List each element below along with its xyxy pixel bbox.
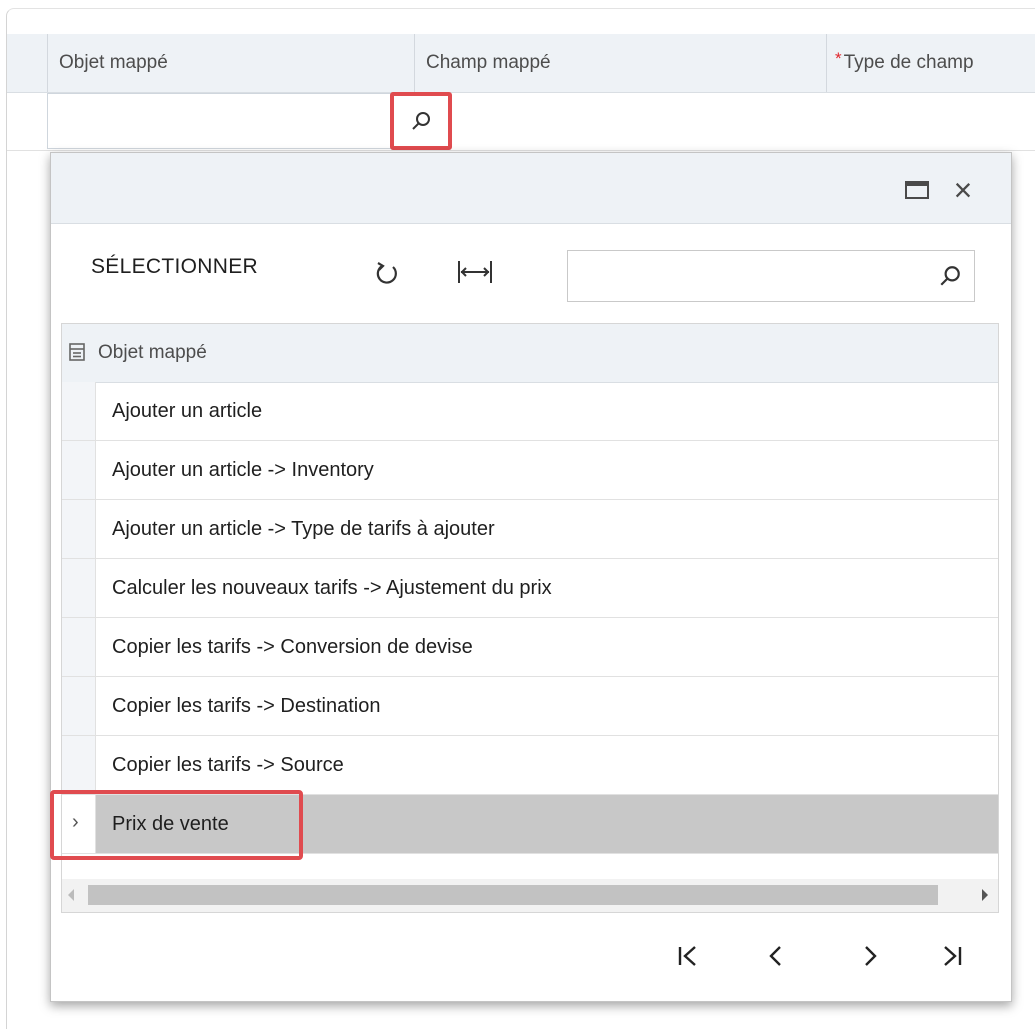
table-row-selected[interactable]: › Prix de vente	[62, 795, 998, 854]
chevron-right-icon	[865, 946, 877, 966]
grid-header: Objet mappé Champ mappé * Type de champ	[7, 34, 1035, 93]
row-gutter	[62, 677, 96, 735]
column-header-type-de-champ[interactable]: * Type de champ	[835, 34, 974, 92]
table-row[interactable]: Ajouter un article -> Inventory	[62, 441, 998, 500]
row-gutter	[62, 736, 96, 794]
column-header-objet-mappe[interactable]: Objet mappé	[59, 34, 168, 92]
fit-to-screen-icon[interactable]	[455, 257, 495, 287]
select-button[interactable]: SÉLECTIONNER	[91, 255, 258, 279]
first-page-icon	[678, 946, 696, 966]
column-separator	[826, 34, 827, 92]
last-page-icon	[944, 946, 962, 966]
row-cell: Copier les tarifs -> Conversion de devis…	[112, 636, 473, 658]
lookup-search-button[interactable]	[390, 92, 452, 150]
row-gutter	[62, 618, 96, 676]
table-row[interactable]: Copier les tarifs -> Conversion de devis…	[62, 618, 998, 677]
row-gutter	[62, 559, 96, 617]
column-header-champ-mappe[interactable]: Champ mappé	[426, 34, 551, 92]
scrollbar-thumb[interactable]	[88, 885, 938, 905]
chevron-left-icon	[769, 946, 781, 966]
scroll-left-arrow-icon[interactable]	[68, 889, 74, 901]
previous-page-button[interactable]	[763, 943, 789, 975]
column-settings-icon[interactable]	[68, 342, 86, 362]
first-page-button[interactable]	[675, 943, 701, 975]
scroll-right-arrow-icon[interactable]	[982, 889, 988, 901]
last-page-button[interactable]	[939, 943, 965, 975]
lookup-popup: × SÉLECTIONNER Objet mappé Ajouter un ar…	[50, 152, 1012, 1002]
chevron-right-icon: ›	[72, 811, 79, 833]
objet-mappe-input[interactable]	[47, 93, 414, 149]
row-gutter: ›	[62, 795, 96, 853]
required-asterisk: *	[835, 49, 842, 68]
table-row[interactable]: Ajouter un article -> Type de tarifs à a…	[62, 500, 998, 559]
popup-titlebar: ×	[51, 153, 1011, 224]
row-cell: Ajouter un article -> Type de tarifs à a…	[112, 518, 495, 540]
column-separator	[47, 34, 48, 92]
row-cell: Prix de vente	[112, 813, 229, 835]
table-row[interactable]: Calculer les nouveaux tarifs -> Ajusteme…	[62, 559, 998, 618]
search-icon	[412, 112, 430, 130]
lookup-table: Objet mappé Ajouter un article Ajouter u…	[61, 323, 999, 913]
row-cell: Copier les tarifs -> Source	[112, 754, 344, 776]
maximize-icon[interactable]	[905, 181, 929, 199]
row-gutter	[62, 500, 96, 558]
column-separator	[414, 34, 415, 92]
row-cell: Ajouter un article -> Inventory	[112, 459, 374, 481]
lookup-table-header: Objet mappé	[62, 324, 998, 383]
column-header-objet-mappe[interactable]: Objet mappé	[98, 324, 207, 382]
close-icon[interactable]: ×	[948, 174, 978, 206]
refresh-icon[interactable]	[373, 259, 401, 287]
search-input[interactable]	[567, 250, 975, 302]
row-cell: Copier les tarifs -> Destination	[112, 695, 381, 717]
table-row[interactable]: Ajouter un article	[62, 382, 998, 441]
next-page-button[interactable]	[857, 943, 883, 975]
row-gutter	[62, 382, 96, 440]
table-row[interactable]: Copier les tarifs -> Source	[62, 736, 998, 795]
grid-row-editing	[7, 93, 1035, 151]
search-icon	[940, 266, 960, 286]
horizontal-scrollbar[interactable]	[62, 879, 998, 912]
row-gutter	[62, 441, 96, 499]
table-row[interactable]: Copier les tarifs -> Destination	[62, 677, 998, 736]
row-cell: Ajouter un article	[112, 400, 263, 422]
row-cell: Calculer les nouveaux tarifs -> Ajusteme…	[112, 577, 552, 599]
